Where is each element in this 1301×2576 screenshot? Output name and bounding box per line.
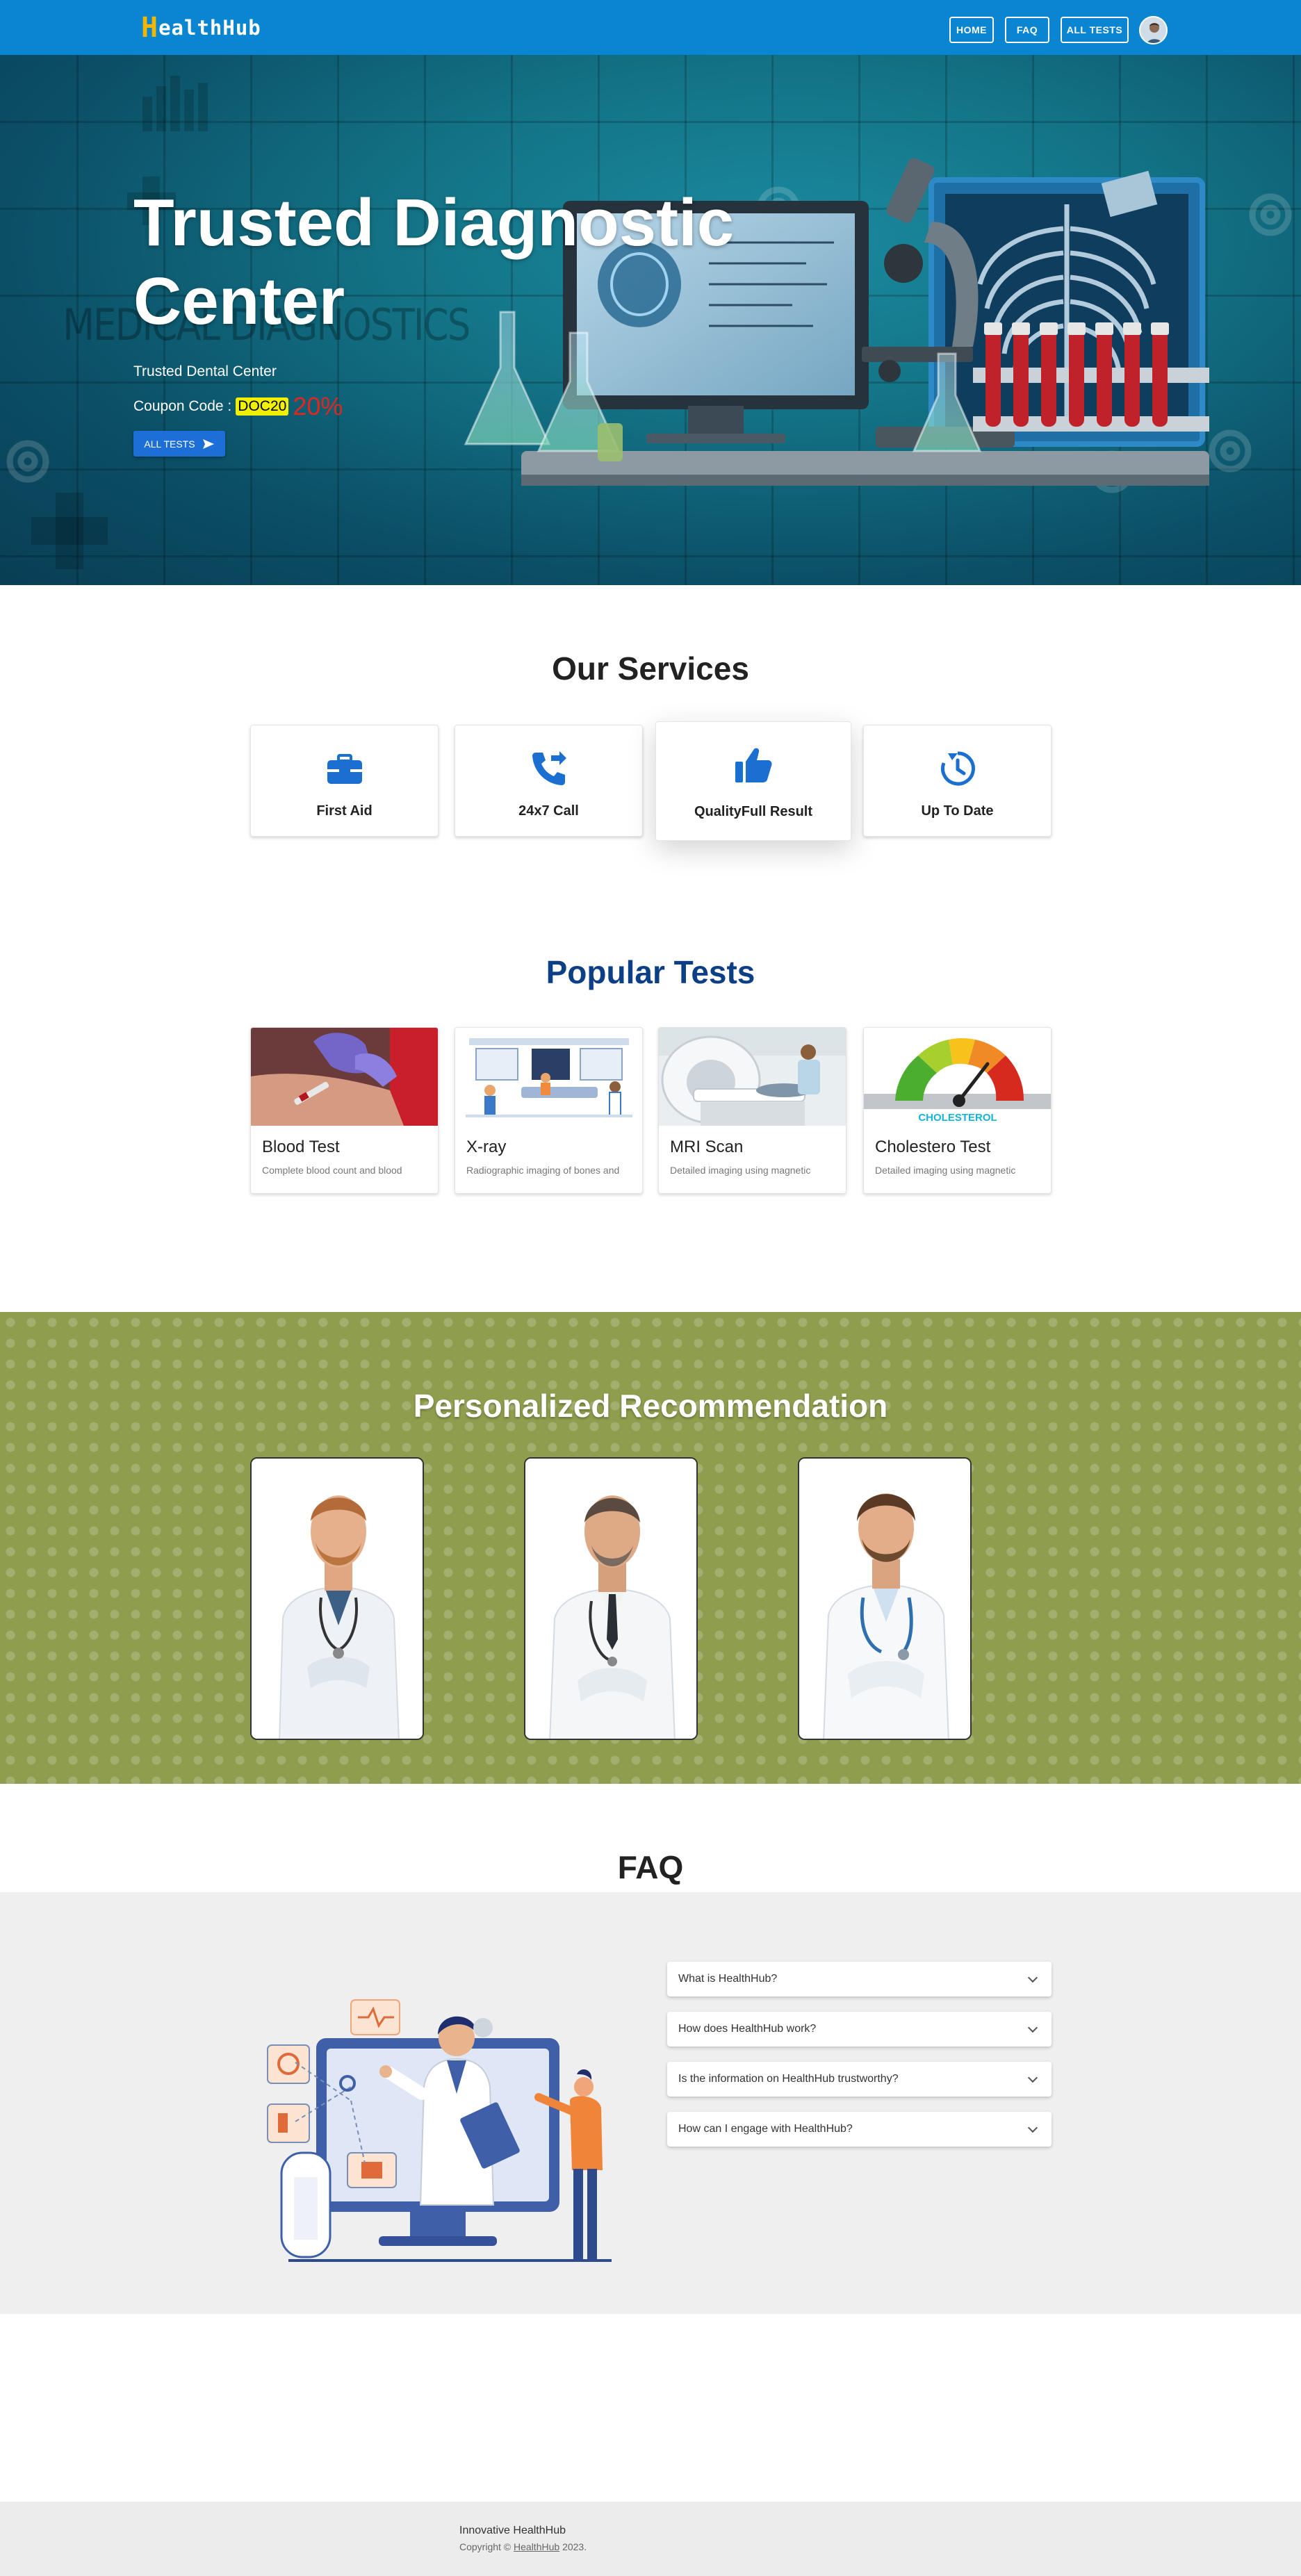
test-description: Radiographic imaging of bones and [466, 1165, 620, 1176]
faq-section [0, 1892, 1301, 2314]
chevron-down-icon [1027, 2072, 1038, 2083]
doctor-photo [252, 1459, 423, 1739]
test-name: Blood Test [262, 1138, 340, 1156]
mri-scan-image [659, 1028, 846, 1126]
nav-all-tests-button[interactable]: ALL TESTS [1061, 17, 1129, 43]
blood-test-image [251, 1028, 438, 1126]
doctor-card-1[interactable] [250, 1457, 424, 1740]
services-title: Our Services [552, 650, 749, 687]
coupon-code: DOC20 [236, 397, 289, 416]
thumbs-up-icon [731, 743, 776, 787]
doctor-card-3[interactable] [798, 1457, 972, 1740]
test-card-x-ray[interactable]: X-ray Radiographic imaging of bones and [455, 1027, 643, 1194]
faq-item-what-is[interactable]: What is HealthHub? [667, 1962, 1052, 1996]
popular-tests-title: Popular Tests [546, 954, 755, 990]
brand-initial: H [141, 12, 159, 44]
faq-question: How can I engage with HealthHub? [678, 2123, 853, 2135]
test-card-cholesterol-test[interactable]: CHOLESTEROL Cholestero Test Detailed ima… [863, 1027, 1052, 1194]
service-card-quality-result[interactable]: QualityFull Result [655, 721, 851, 841]
user-avatar[interactable] [1139, 16, 1168, 44]
x-ray-image [455, 1028, 642, 1126]
history-icon [935, 746, 980, 791]
recommendation-section: Personalized Recommendation [0, 1312, 1301, 1784]
all-tests-button-label: ALL TESTS [144, 438, 195, 450]
service-card-first-aid[interactable]: First Aid [250, 725, 439, 837]
test-name: MRI Scan [670, 1138, 744, 1156]
faq-item-how-works[interactable]: How does HealthHub work? [667, 2012, 1052, 2046]
hero-banner: MEDICAL DIAGNOSTICS Trusted Diagnostic C… [0, 55, 1301, 585]
doctor-photo [799, 1459, 970, 1739]
hero-subtitle: Trusted Dental Center [133, 363, 277, 379]
faq-item-trustworthy[interactable]: Is the information on HealthHub trustwor… [667, 2062, 1052, 2097]
test-description: Detailed imaging using magnetic [875, 1165, 1016, 1176]
footer-company-name: Innovative HealthHub [459, 2525, 566, 2536]
chevron-down-icon [1027, 2122, 1038, 2133]
service-label: QualityFull Result [694, 804, 813, 819]
faq-question: How does HealthHub work? [678, 2023, 817, 2035]
test-name: X-ray [466, 1138, 507, 1156]
nav-faq-button[interactable]: FAQ [1005, 17, 1049, 43]
test-card-mri-scan[interactable]: MRI Scan Detailed imaging using magnetic [658, 1027, 846, 1194]
footer: Innovative HealthHub Copyright © HealthH… [0, 2502, 1301, 2576]
test-description: Detailed imaging using magnetic [670, 1165, 811, 1176]
doctor-photo [525, 1459, 696, 1739]
service-label: 24x7 Call [518, 803, 579, 819]
copyright-prefix: Copyright © [459, 2541, 512, 2552]
brand-logo[interactable]: HealthHub [141, 12, 261, 44]
chevron-down-icon [1027, 1972, 1038, 1983]
navbar: HealthHub HOME FAQ ALL TESTS [0, 0, 1301, 55]
coupon-label: Coupon Code : [133, 398, 232, 414]
all-tests-button[interactable]: ALL TESTS [133, 431, 225, 457]
hero-title: Trusted Diagnostic Center [133, 186, 735, 338]
cholesterol-gauge-image: CHOLESTEROL [864, 1028, 1051, 1126]
doctor-card-2[interactable] [524, 1457, 698, 1740]
faq-question: What is HealthHub? [678, 1973, 778, 1985]
service-label: First Aid [316, 803, 373, 819]
nav-home-button[interactable]: HOME [949, 17, 994, 43]
faq-item-engage[interactable]: How can I engage with HealthHub? [667, 2112, 1052, 2147]
copyright-year: 2023. [562, 2541, 587, 2552]
test-card-blood-test[interactable]: Blood Test Complete blood count and bloo… [250, 1027, 439, 1194]
send-icon [202, 438, 214, 449]
cholesterol-image-text: CHOLESTEROL [918, 1112, 997, 1124]
briefcase-medical-icon [322, 746, 367, 791]
faq-title: FAQ [617, 1849, 684, 1885]
faq-question: Is the information on HealthHub trustwor… [678, 2073, 899, 2085]
doctor-consultation-illustration [267, 1999, 612, 2262]
footer-healthhub-link[interactable]: HealthHub [514, 2541, 559, 2552]
service-card-up-to-date[interactable]: Up To Date [863, 725, 1052, 837]
coupon-discount: 20% [293, 392, 343, 420]
service-label: Up To Date [921, 803, 994, 819]
recommendation-title: Personalized Recommendation [413, 1388, 888, 1424]
test-description: Complete blood count and blood [262, 1165, 402, 1176]
coupon-line: Coupon Code : DOC20 20% [133, 392, 343, 421]
chevron-down-icon [1027, 2022, 1038, 2033]
test-name: Cholestero Test [875, 1138, 991, 1156]
service-card-24x7-call[interactable]: 24x7 Call [455, 725, 643, 837]
footer-copyright: Copyright © HealthHub 2023. [459, 2541, 587, 2552]
brand-name: ealthHub [158, 16, 261, 40]
phone-forward-icon [527, 746, 571, 791]
